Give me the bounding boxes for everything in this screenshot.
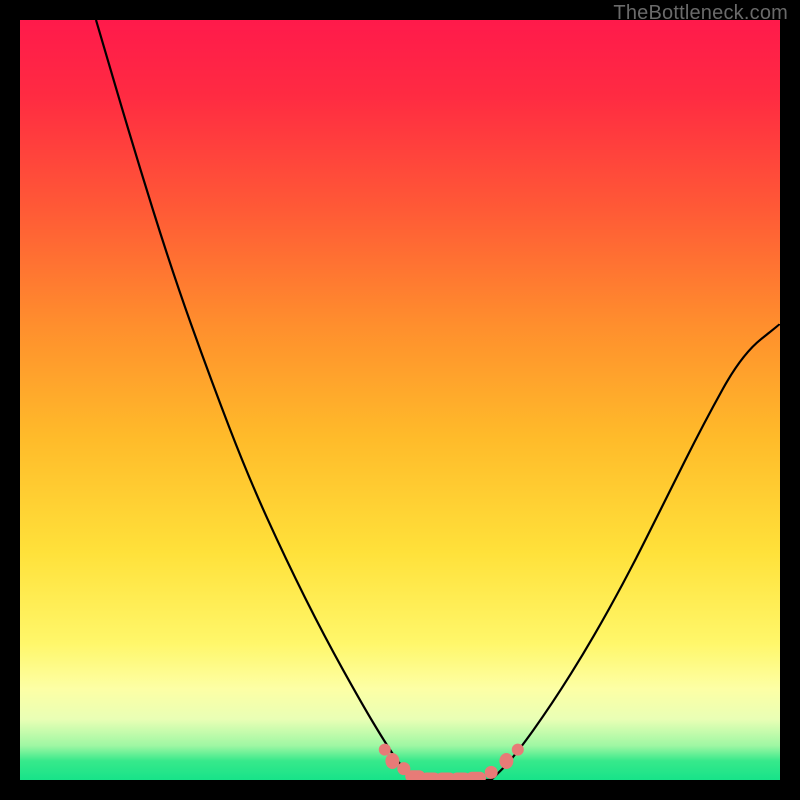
trough-marker <box>466 772 486 780</box>
bottleneck-curve <box>20 20 780 780</box>
plot-area <box>20 20 780 780</box>
trough-marker <box>379 744 391 756</box>
chart-frame: TheBottleneck.com <box>0 0 800 800</box>
trough-marker <box>512 744 524 756</box>
attribution-text: TheBottleneck.com <box>613 2 788 25</box>
bottleneck-curve-path <box>96 20 780 780</box>
trough-marker <box>385 753 399 769</box>
trough-marker <box>499 753 513 769</box>
trough-marker <box>485 766 498 779</box>
